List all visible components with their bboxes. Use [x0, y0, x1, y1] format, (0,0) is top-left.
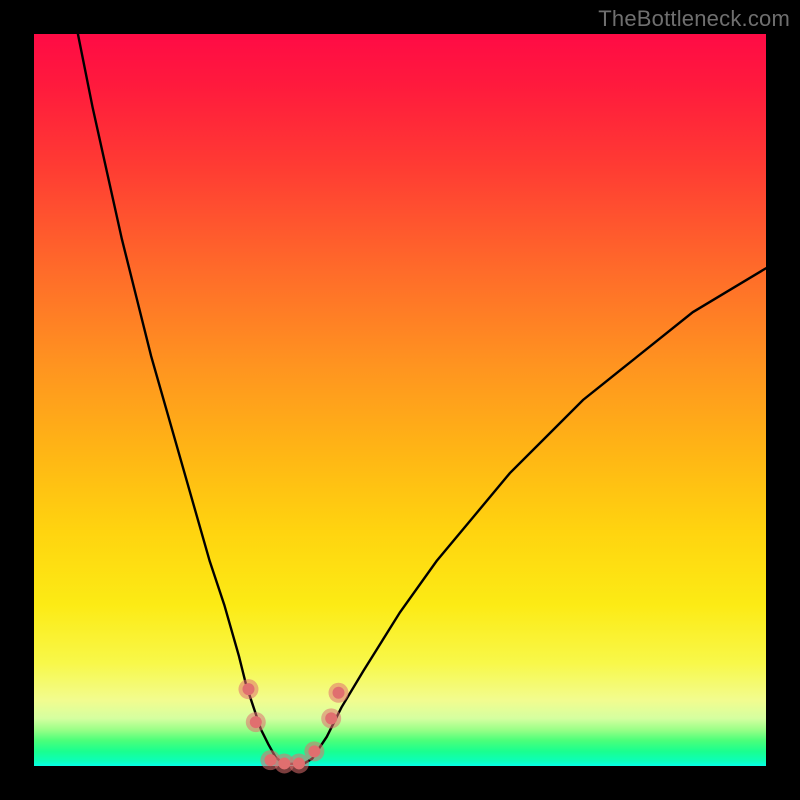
marker-inner	[293, 757, 305, 769]
watermark-text: TheBottleneck.com	[598, 6, 790, 32]
chart-svg	[34, 34, 766, 766]
marker-group	[238, 679, 348, 773]
marker-inner	[242, 683, 254, 695]
bottleneck-curve	[78, 34, 766, 764]
plot-area	[34, 34, 766, 766]
marker-inner	[333, 687, 345, 699]
marker-inner	[308, 745, 320, 757]
marker-inner	[250, 716, 262, 728]
chart-frame: TheBottleneck.com	[0, 0, 800, 800]
marker-inner	[325, 712, 337, 724]
marker-inner	[278, 757, 290, 769]
